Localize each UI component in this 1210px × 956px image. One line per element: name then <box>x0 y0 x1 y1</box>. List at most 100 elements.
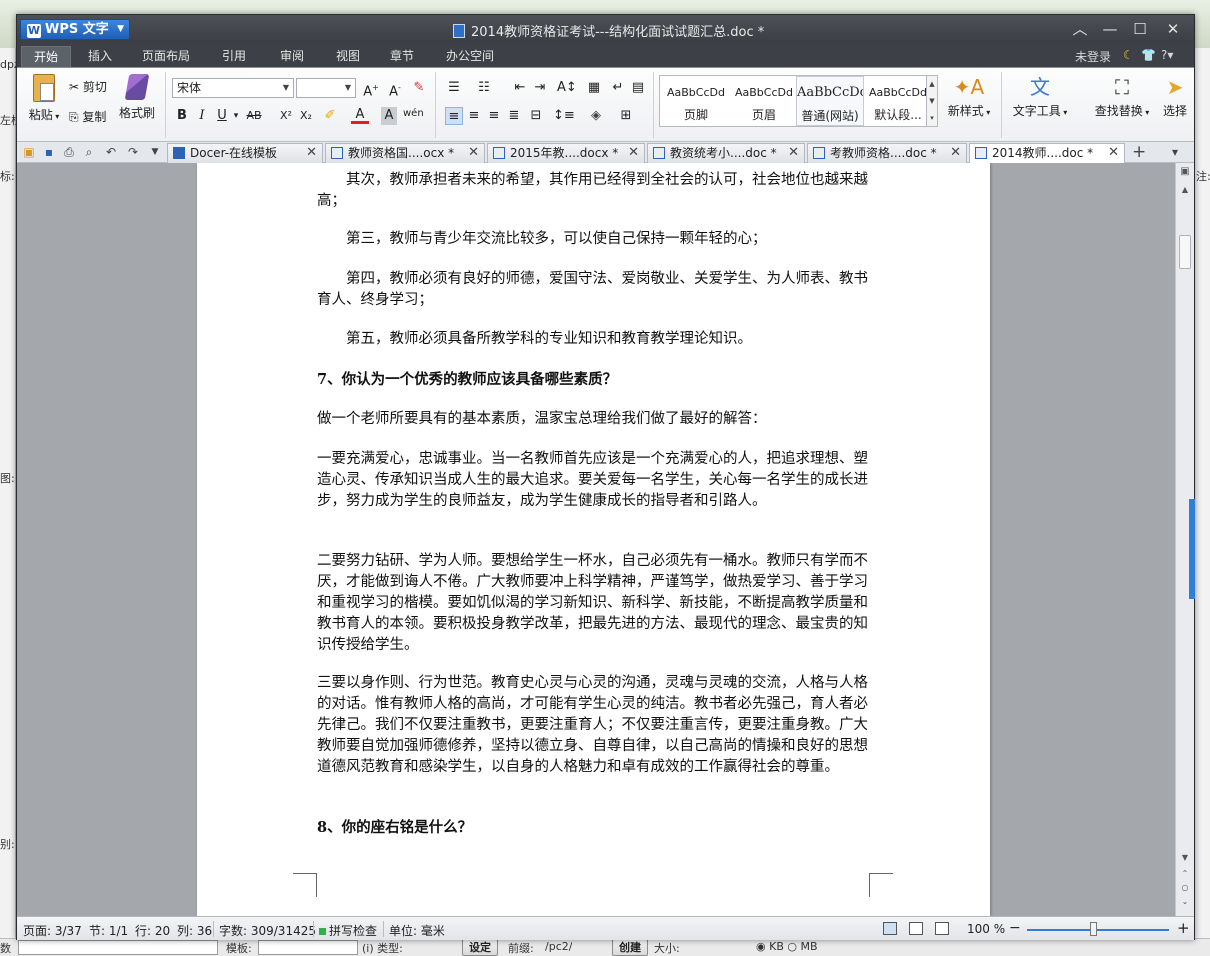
zoom-out-icon[interactable]: − <box>1009 920 1021 936</box>
next-page-icon[interactable]: ⌄ <box>1176 895 1194 909</box>
align-left-icon[interactable]: ≡ <box>445 107 463 125</box>
menu-view[interactable]: 视图 <box>323 46 373 67</box>
tab-document[interactable]: 考教师资格....doc * ✕ <box>807 143 967 163</box>
strikethrough-icon[interactable]: AB <box>243 107 265 125</box>
close-icon[interactable]: ✕ <box>788 144 799 162</box>
collapse-ribbon-button[interactable]: ︿ <box>1067 19 1093 39</box>
redo-icon[interactable]: ↷ <box>125 144 141 160</box>
tab-document[interactable]: 2015年教....docx * ✕ <box>487 143 645 163</box>
open-icon[interactable]: ▣ <box>21 144 37 160</box>
save-icon[interactable]: ▪ <box>41 144 57 160</box>
text-tools-button[interactable]: 文 文字工具 ▾ <box>1007 76 1073 119</box>
tab-document-active[interactable]: 2014教师....doc * ✕ <box>969 143 1125 163</box>
find-replace-button[interactable]: ⛶ 查找替换 ▾ <box>1089 76 1155 119</box>
status-page[interactable]: 页面: 3/37 <box>23 922 82 939</box>
previous-page-icon[interactable]: ⌃ <box>1176 867 1194 881</box>
side-panel-handle[interactable] <box>1189 499 1195 599</box>
scroll-down-icon[interactable]: ▼ <box>1176 851 1194 865</box>
style-footer[interactable]: AaBbCcDd 页脚 <box>662 76 730 126</box>
border-icon[interactable]: ⊞ <box>617 107 635 125</box>
menu-review[interactable]: 审阅 <box>267 46 317 67</box>
clear-format-icon[interactable]: ✎ <box>410 79 428 97</box>
print-preview-icon[interactable]: ⌕ <box>81 144 97 160</box>
undo-icon[interactable]: ↶ <box>103 144 119 160</box>
browse-object-icon[interactable]: ○ <box>1176 881 1194 895</box>
bg-input[interactable] <box>258 940 358 955</box>
skin-icon[interactable]: ☾ <box>1123 48 1134 62</box>
status-word-count[interactable]: 字数: 309/31425 <box>219 922 316 939</box>
outline-view-icon[interactable] <box>909 922 923 935</box>
maximize-button[interactable]: ☐ <box>1127 19 1153 39</box>
highlight-icon[interactable]: ✐ <box>321 107 339 125</box>
distributed-icon[interactable]: ⊟ <box>527 107 545 125</box>
increase-indent-icon[interactable]: ⇥ <box>531 79 549 97</box>
zoom-level[interactable]: 100 % <box>967 922 1005 936</box>
chevron-down-icon[interactable]: ▾ <box>231 107 241 125</box>
tab-document[interactable]: 教资统考小....doc * ✕ <box>647 143 805 163</box>
close-icon[interactable]: ✕ <box>468 144 479 162</box>
underline-icon[interactable]: U <box>213 107 231 125</box>
zoom-slider[interactable] <box>1027 929 1169 931</box>
menu-home[interactable]: 开始 <box>21 46 71 67</box>
page-view-icon[interactable] <box>883 922 897 935</box>
tab-document[interactable]: 教师资格国....ocx * ✕ <box>325 143 485 163</box>
table-icon[interactable]: ▦ <box>585 79 603 97</box>
align-right-icon[interactable]: ≡ <box>485 107 503 125</box>
align-center-icon[interactable]: ≡ <box>465 107 483 125</box>
bg-create-button[interactable]: 创建 <box>612 939 648 956</box>
close-icon[interactable]: ✕ <box>628 144 639 162</box>
shirt-icon[interactable]: 👕 <box>1141 48 1156 62</box>
login-link[interactable]: 未登录 <box>1075 48 1111 65</box>
menu-chapter[interactable]: 章节 <box>377 46 427 67</box>
numbered-list-icon[interactable]: ☷ <box>475 79 493 97</box>
paste-button[interactable]: 粘贴 ▾ <box>25 74 63 123</box>
font-color-icon[interactable]: A <box>351 107 369 124</box>
spell-check-toggle[interactable]: 拼写检查 <box>319 922 377 939</box>
line-spacing-icon[interactable]: ↕≡ <box>553 107 575 125</box>
shading-icon[interactable]: ◈ <box>587 107 605 125</box>
style-normal-web[interactable]: AaBbCcDc 普通(网站) <box>796 76 864 126</box>
scroll-up-icon[interactable]: ▲ <box>1176 183 1194 197</box>
app-menu-button[interactable]: W WPS 文字 ▼ <box>20 19 130 40</box>
outline-icon[interactable]: ▤ <box>629 79 647 97</box>
new-tab-plus-icon[interactable]: + <box>1132 143 1146 161</box>
minimize-button[interactable]: — <box>1097 19 1123 39</box>
tab-list-icon[interactable]: ▾ <box>1167 144 1183 160</box>
menu-references[interactable]: 引用 <box>209 46 259 67</box>
menu-office-space[interactable]: 办公空间 <box>437 46 503 67</box>
paragraph-mark-icon[interactable]: ↵ <box>609 79 627 97</box>
print-icon[interactable]: ⎙ <box>61 144 77 160</box>
style-header[interactable]: AaBbCcDd 页眉 <box>730 76 798 126</box>
page-view-icon[interactable]: ▣ <box>1176 165 1194 179</box>
bullet-list-icon[interactable]: ☰ <box>445 79 463 97</box>
format-painter-button[interactable]: 格式刷 <box>117 74 157 121</box>
zoom-in-icon[interactable]: + <box>1177 919 1190 937</box>
cut-button[interactable]: ✂ 剪切 <box>69 78 107 95</box>
tab-docer[interactable]: Docer-在线模板 ✕ <box>167 143 323 163</box>
style-gallery-scroll[interactable]: ▲ ▼ ▾ <box>926 75 938 127</box>
justify-icon[interactable]: ≣ <box>505 107 523 125</box>
close-icon[interactable]: ✕ <box>950 144 961 162</box>
copy-button[interactable]: ⎘ 复制 <box>69 108 106 125</box>
shrink-font-icon[interactable]: A- <box>386 79 404 99</box>
subscript-icon[interactable]: X₂ <box>297 107 315 125</box>
bg-set-button[interactable]: 设定 <box>462 939 498 956</box>
zoom-slider-thumb[interactable] <box>1090 922 1097 936</box>
phonetic-guide-icon[interactable]: wén <box>403 105 424 123</box>
close-icon[interactable]: ✕ <box>306 144 317 162</box>
help-icon[interactable]: ?▾ <box>1161 48 1173 62</box>
new-style-button[interactable]: ✦A 新样式 ▾ <box>941 76 997 119</box>
select-button[interactable]: ➤ 选择 <box>1159 76 1191 119</box>
scroll-thumb[interactable] <box>1179 235 1191 269</box>
italic-icon[interactable]: I <box>193 107 211 125</box>
font-size-select[interactable]: ▼ <box>296 78 356 98</box>
text-direction-icon[interactable]: A↕ <box>557 79 577 97</box>
document-page[interactable]: 其次，教师承担者未来的希望，其作用已经得到全社会的认可，社会地位也越来越高； 第… <box>197 163 990 916</box>
grow-font-icon[interactable]: A+ <box>362 79 380 99</box>
style-default-paragraph[interactable]: AaBbCcDd 默认段... <box>864 76 932 126</box>
status-unit[interactable]: 单位: 毫米 <box>389 922 445 939</box>
menu-insert[interactable]: 插入 <box>75 46 125 67</box>
web-view-icon[interactable] <box>935 922 949 935</box>
superscript-icon[interactable]: X² <box>277 107 295 125</box>
char-shading-icon[interactable]: A <box>381 107 397 125</box>
